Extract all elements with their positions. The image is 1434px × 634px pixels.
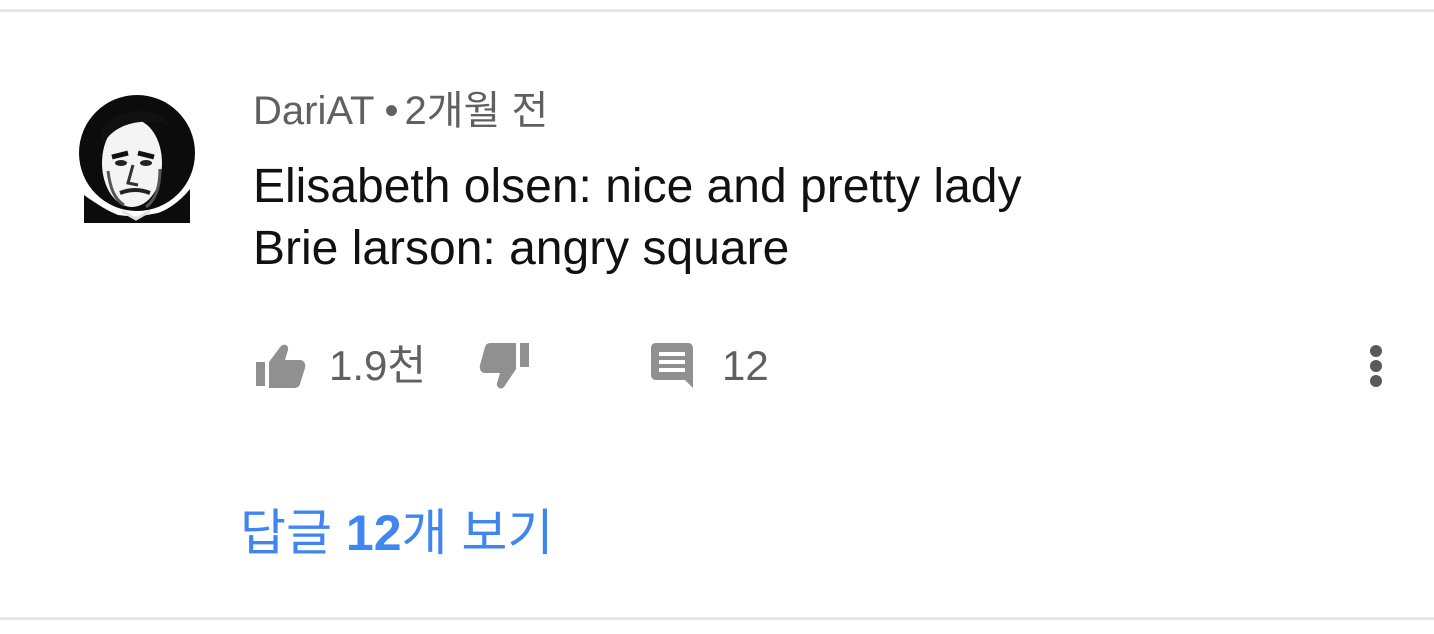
dislike-button[interactable] [476,336,532,396]
comment-item: DariAT • 2개월 전 Elisabeth olsen: nice and p… [0,0,1434,634]
like-count: 1.9천 [329,342,427,389]
thumbs-up-icon [256,344,306,388]
comment-action-bar: 1.9천 12 [0,336,1434,396]
thumbs-down-icon [479,343,529,389]
bottom-divider [0,617,1434,620]
reply-count: 12 [722,342,769,389]
user-avatar-icon [79,95,195,223]
timestamp[interactable]: 2개월 전 [405,89,549,133]
view-replies-link[interactable]: 답글 12개 보기 [240,500,553,566]
like-button[interactable] [252,336,308,396]
comment-line: Brie larson: angry square [253,222,790,275]
replies-prefix: 답글 [240,505,346,561]
separator-dot: • [384,89,399,133]
reply-button[interactable] [646,336,698,396]
author-name[interactable]: DariAT [253,89,374,133]
more-options-button[interactable] [1356,336,1396,396]
more-vert-icon [1370,345,1382,387]
top-divider [0,9,1434,12]
comment-icon [651,343,693,388]
comment-body: Elisabeth olsen: nice and pretty lady Br… [253,156,1021,280]
comment-line: Elisabeth olsen: nice and pretty lady [253,160,1022,213]
comment-header: DariAT • 2개월 전 [253,86,548,136]
replies-count: 12 [345,505,402,561]
replies-suffix: 개 보기 [401,505,554,561]
avatar[interactable] [78,83,196,223]
